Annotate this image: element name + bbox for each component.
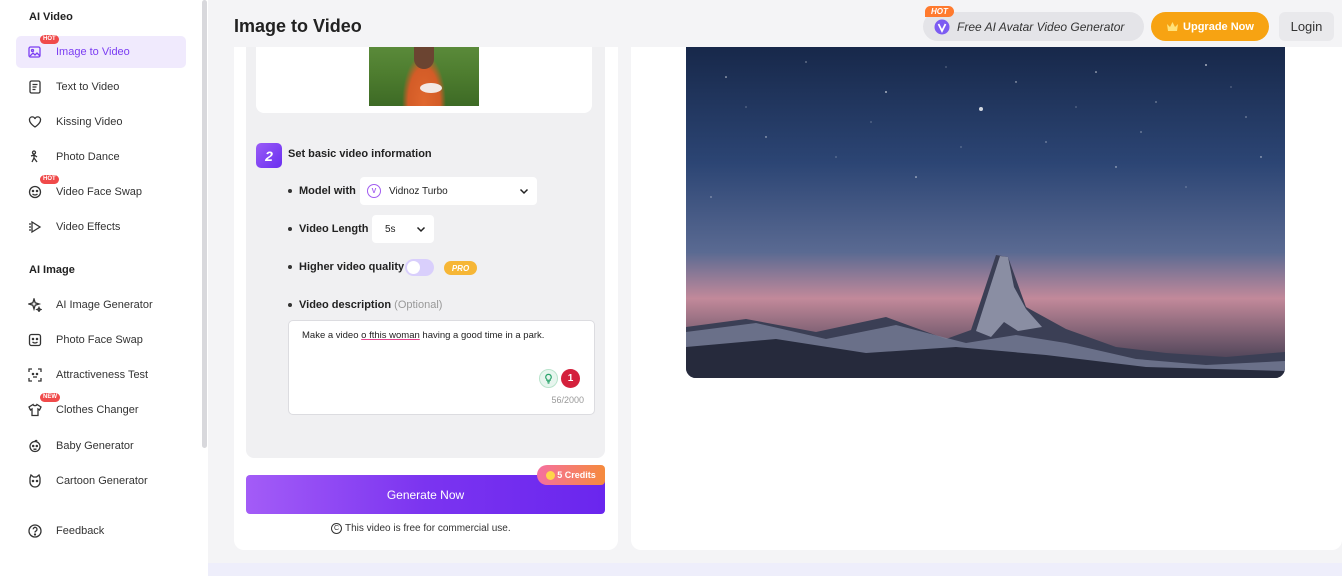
sidebar-item-label: Feedback [56,525,105,537]
bullet-dot [288,303,292,307]
crown-icon [1167,22,1179,31]
new-badge: NEW [40,393,60,402]
sidebar-scrollbar[interactable] [202,0,207,448]
login-button[interactable]: Login [1279,12,1334,41]
description-textarea[interactable]: Make a video o fthis woman having a good… [288,320,595,415]
model-select[interactable]: V Vidnoz Turbo [360,177,537,205]
length-select[interactable]: 5s [372,215,434,243]
description-text: Make a video o fthis woman having a good… [302,330,545,341]
face-swap-icon [28,185,42,199]
sidebar-item-label: Cartoon Generator [56,475,148,487]
sidebar-item-label: Photo Dance [56,151,120,163]
section-title-ai-video: AI Video [29,11,73,23]
grammar-count-badge[interactable]: 1 [561,369,580,388]
bullet-dot [288,227,292,231]
section-title-ai-image: AI Image [29,264,75,276]
page-title: Image to Video [234,16,362,36]
sidebar-item-label: Video Face Swap [56,186,143,198]
text-video-icon [28,80,42,94]
copyright-icon: C [331,523,342,534]
image-video-icon [28,45,42,59]
upgrade-button[interactable]: Upgrade Now [1151,12,1269,41]
effects-icon [28,220,42,234]
mountain-night-scene [686,61,1285,378]
sidebar-item-label: Photo Face Swap [56,334,143,346]
sidebar-item-video-effects[interactable]: Video Effects [16,211,186,243]
sidebar-item-label: Video Effects [56,221,121,233]
sidebar-item-label: Baby Generator [56,440,134,452]
sidebar-item-label: Text to Video [56,81,120,93]
sidebar-item-photo-dance[interactable]: Photo Dance [16,141,186,173]
photo-face-icon [28,333,42,347]
cartoon-icon [28,474,42,488]
quality-label: Higher video quality [299,261,405,273]
upgrade-label: Upgrade Now [1183,20,1254,33]
sidebar-item-clothes-changer[interactable]: NEW Clothes Changer [16,393,186,426]
sidebar-item-label: Clothes Changer [56,404,139,416]
step-title: Set basic video information [288,148,432,160]
vidnoz-model-icon: V [367,184,381,198]
model-value: Vidnoz Turbo [389,185,448,197]
uploaded-photo [369,47,479,106]
shirt-icon [28,403,42,417]
character-counter: 56/2000 [551,395,584,405]
commercial-use-note: C This video is free for commercial use. [331,523,511,534]
spelling-error: o fthis woman [361,330,420,341]
sidebar-item-label: Image to Video [56,46,130,58]
preview-video[interactable] [686,47,1285,378]
sidebar-item-text-to-video[interactable]: Text to Video [16,71,186,103]
help-circle-icon [28,524,42,538]
optional-hint: (Optional) [394,299,443,311]
pro-badge: PRO [444,261,477,275]
dance-icon [28,150,42,164]
sparkle-icon [28,298,42,312]
hot-badge: HOT [40,175,59,184]
chevron-down-icon [416,226,426,233]
baby-icon [28,439,42,453]
step-number: 2 [256,143,282,168]
hot-badge: HOT [925,6,954,17]
sidebar-item-kissing-video[interactable]: Kissing Video [16,106,186,138]
sidebar-item-baby-generator[interactable]: Baby Generator [16,430,186,462]
sidebar-item-video-face-swap[interactable]: HOT Video Face Swap [16,175,186,208]
quality-toggle[interactable] [405,259,434,276]
kissing-icon [28,115,42,129]
scan-face-icon [28,368,42,382]
prompt-suggestion-icon[interactable] [539,369,558,388]
bullet-dot [288,189,292,193]
sidebar-item-label: AI Image Generator [56,299,153,311]
description-label: Video description (Optional) [299,299,443,311]
model-label: Model with [299,185,356,197]
bottom-strip [208,563,1342,576]
chevron-down-icon [519,188,529,195]
hot-badge: HOT [40,35,59,44]
length-label: Video Length [299,223,369,235]
promo-avatar-button[interactable]: HOT Free AI Avatar Video Generator [923,6,1144,41]
sidebar-item-attractiveness-test[interactable]: Attractiveness Test [16,359,186,391]
sidebar: AI Video HOT Image to Video Text to Vide… [0,0,208,576]
coin-icon [546,470,556,480]
sidebar-item-label: Attractiveness Test [56,369,149,381]
length-value: 5s [385,223,396,235]
sidebar-item-feedback[interactable]: Feedback [16,515,186,547]
vidnoz-logo-icon [934,19,950,35]
sidebar-item-label: Kissing Video [56,116,123,128]
sidebar-item-cartoon-generator[interactable]: Cartoon Generator [16,465,186,497]
sidebar-item-ai-image-generator[interactable]: AI Image Generator [16,289,186,321]
sidebar-item-photo-face-swap[interactable]: Photo Face Swap [16,324,186,356]
bullet-dot [288,265,292,269]
sidebar-item-image-to-video[interactable]: HOT Image to Video [16,35,186,68]
credits-badge: 5 Credits [537,465,605,485]
promo-text: Free AI Avatar Video Generator [957,19,1125,34]
